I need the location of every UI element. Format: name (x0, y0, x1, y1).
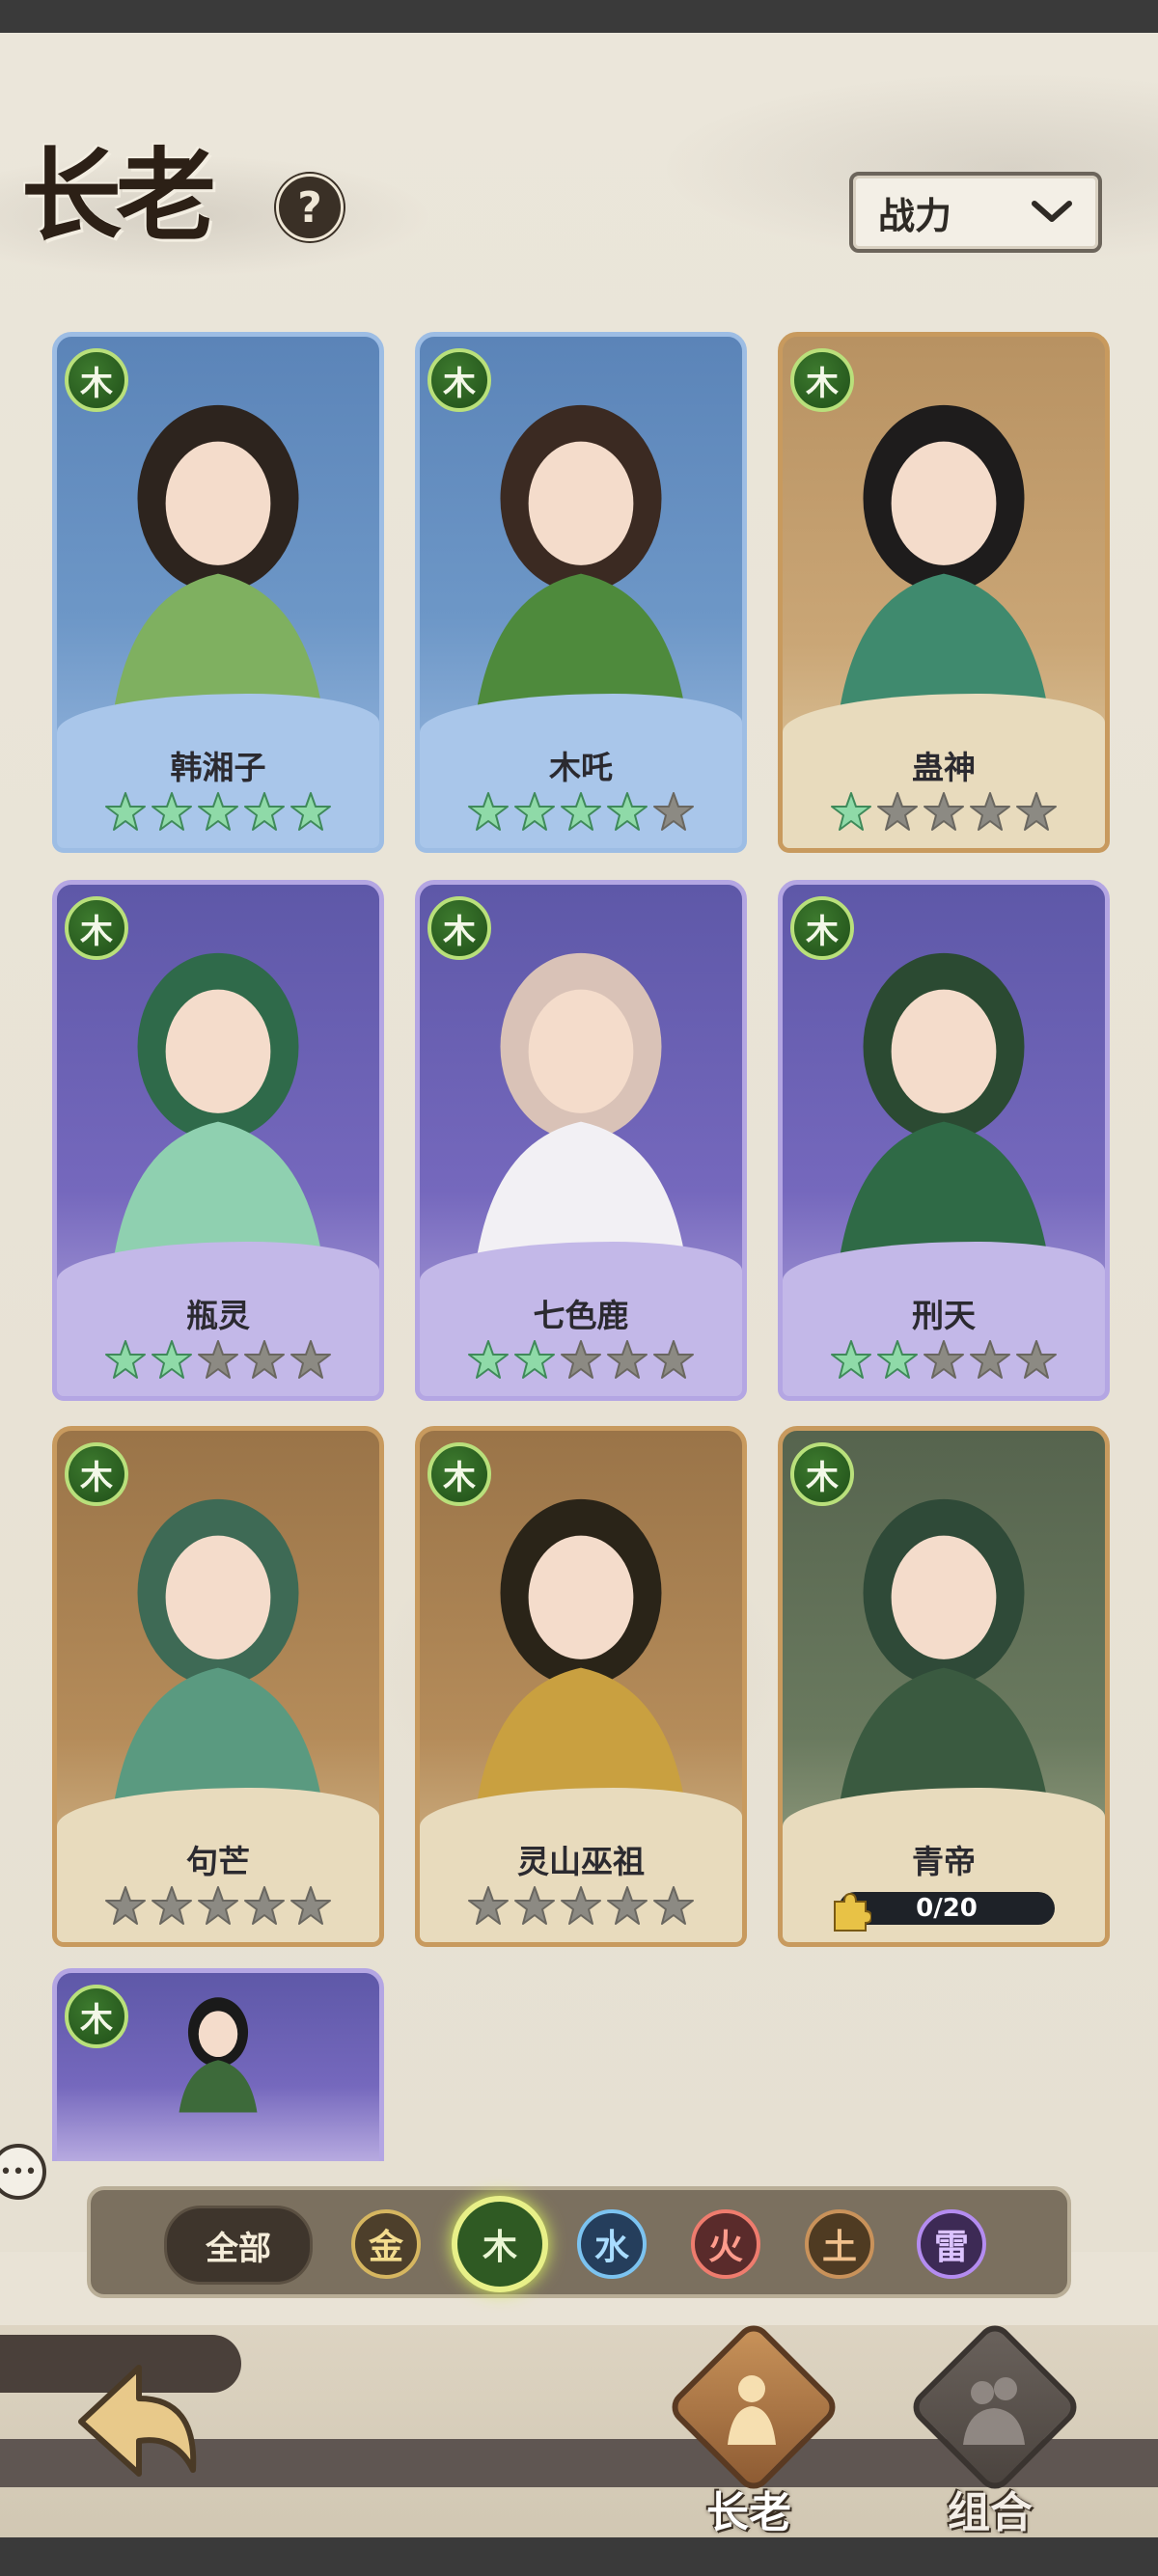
character-card[interactable]: 木蛊神 (778, 332, 1110, 853)
system-nav-bar (0, 2537, 1158, 2576)
star-empty-icon (468, 1886, 509, 1925)
star-empty-icon (924, 792, 964, 831)
elder-figure-icon (728, 2375, 776, 2445)
tab-combos[interactable]: 组合 (894, 2316, 1087, 2537)
star-filled-icon (105, 1340, 146, 1379)
tab-combos-label: 组合 (948, 2488, 1033, 2537)
star-filled-icon (607, 792, 648, 831)
filter-water-button[interactable]: 水 (577, 2209, 647, 2279)
star-filled-icon (290, 792, 331, 831)
wood-element-badge: 木 (427, 348, 491, 412)
star-filled-icon (152, 792, 192, 831)
star-empty-icon (290, 1886, 331, 1925)
star-empty-icon (105, 1886, 146, 1925)
wood-element-badge: 木 (427, 896, 491, 960)
wood-element-badge: 木 (427, 1442, 491, 1506)
wood-element-badge: 木 (65, 1442, 128, 1506)
wood-element-badge: 木 (790, 896, 854, 960)
help-icon[interactable]: ? (276, 174, 344, 241)
wood-element-badge: 木 (65, 1985, 128, 2048)
character-name: 刑天 (912, 1297, 976, 1334)
tab-elders[interactable]: 长老 (652, 2316, 845, 2537)
sort-selected-label: 战力 (878, 194, 952, 237)
character-card[interactable]: 木瓶灵 (52, 880, 384, 1401)
star-empty-icon (198, 1340, 238, 1379)
sort-dropdown[interactable]: 战力 (849, 172, 1102, 253)
page-title: 长老 (21, 136, 216, 255)
character-card[interactable]: 木木吒 (415, 332, 747, 853)
back-arrow-icon[interactable] (62, 2354, 207, 2489)
star-filled-icon (877, 1340, 918, 1379)
star-rating (103, 790, 333, 835)
star-filled-icon (152, 1340, 192, 1379)
star-filled-icon (831, 792, 871, 831)
wood-element-badge: 木 (790, 348, 854, 412)
character-name: 木吒 (549, 749, 613, 786)
star-filled-icon (514, 1340, 555, 1379)
character-name: 灵山巫祖 (517, 1843, 645, 1880)
star-empty-icon (244, 1340, 285, 1379)
star-rating (466, 1338, 696, 1383)
status-bar (0, 0, 1158, 33)
filter-metal-button[interactable]: 金 (351, 2209, 421, 2279)
star-empty-icon (653, 1340, 694, 1379)
character-card[interactable]: 木 (52, 1968, 384, 2161)
star-empty-icon (290, 1340, 331, 1379)
character-card[interactable]: 木青帝 0/20 (778, 1426, 1110, 1947)
character-name: 七色鹿 (533, 1297, 629, 1334)
filter-all-button[interactable]: 全部 (164, 2206, 313, 2285)
star-rating (466, 790, 696, 835)
star-rating (829, 790, 1059, 835)
chevron-down-icon (1032, 201, 1072, 222)
star-rating (466, 1884, 696, 1929)
character-name: 韩湘子 (170, 749, 266, 786)
character-card[interactable]: 木韩湘子 (52, 332, 384, 853)
wood-element-badge: 木 (65, 348, 128, 412)
star-empty-icon (607, 1886, 648, 1925)
character-name: 蛊神 (912, 749, 976, 786)
star-empty-icon (970, 1340, 1010, 1379)
star-empty-icon (1016, 792, 1057, 831)
star-rating (103, 1338, 333, 1383)
filter-wood-button[interactable]: 木 (452, 2196, 548, 2292)
wood-element-badge: 木 (790, 1442, 854, 1506)
star-empty-icon (970, 792, 1010, 831)
star-empty-icon (1016, 1340, 1057, 1379)
star-filled-icon (468, 1340, 509, 1379)
puzzle-piece-icon (834, 1892, 871, 1932)
character-card[interactable]: 木句芒 (52, 1426, 384, 1947)
star-rating (829, 1338, 1059, 1383)
star-rating (103, 1884, 333, 1929)
filter-thunder-button[interactable]: 雷 (917, 2209, 986, 2279)
character-name: 青帝 (912, 1843, 976, 1880)
star-filled-icon (514, 792, 555, 831)
star-empty-icon (198, 1886, 238, 1925)
star-empty-icon (877, 792, 918, 831)
star-empty-icon (514, 1886, 555, 1925)
star-empty-icon (653, 1886, 694, 1925)
star-empty-icon (244, 1886, 285, 1925)
star-empty-icon (561, 1340, 601, 1379)
star-empty-icon (924, 1340, 964, 1379)
filter-earth-button[interactable]: 土 (805, 2209, 874, 2279)
character-card[interactable]: 木七色鹿 (415, 880, 747, 1401)
star-filled-icon (831, 1340, 871, 1379)
star-filled-icon (244, 792, 285, 831)
tab-elders-label: 长老 (706, 2488, 791, 2537)
star-filled-icon (105, 792, 146, 831)
character-name: 瓶灵 (186, 1297, 250, 1334)
star-filled-icon (468, 792, 509, 831)
star-filled-icon (198, 792, 238, 831)
star-empty-icon (561, 1886, 601, 1925)
star-empty-icon (607, 1340, 648, 1379)
star-empty-icon (152, 1886, 192, 1925)
star-filled-icon (561, 792, 601, 831)
filter-fire-button[interactable]: 火 (691, 2209, 760, 2279)
star-empty-icon (653, 792, 694, 831)
character-card[interactable]: 木灵山巫祖 (415, 1426, 747, 1947)
character-name: 句芒 (186, 1843, 250, 1880)
group-figure-icon (963, 2377, 1025, 2445)
character-card[interactable]: 木刑天 (778, 880, 1110, 1401)
wood-element-badge: 木 (65, 896, 128, 960)
